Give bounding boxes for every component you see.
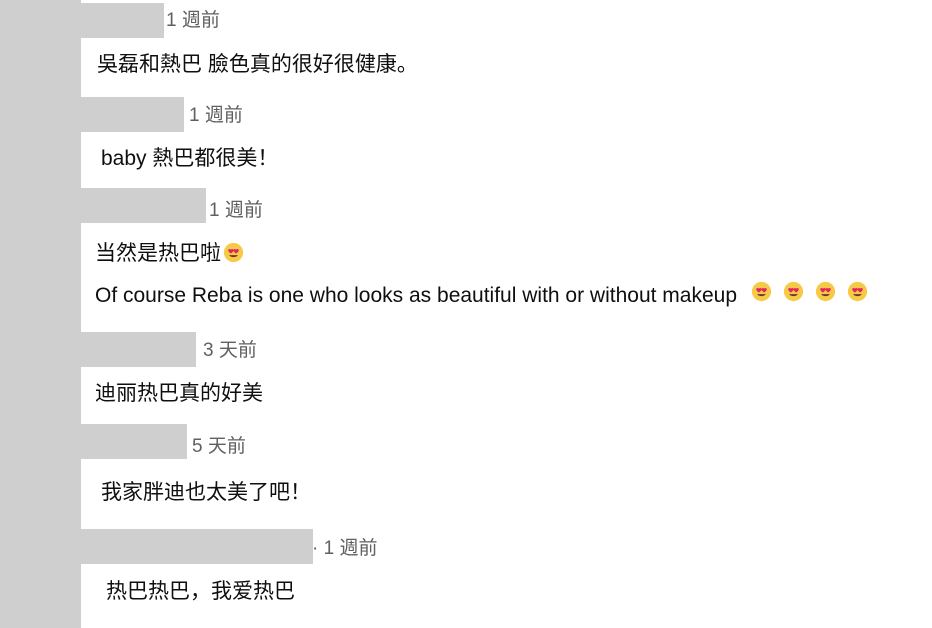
comment-text: 吳磊和熱巴 臉色真的很好很健康。 xyxy=(97,53,418,76)
comment-text: 迪丽热巴真的好美 xyxy=(95,382,263,405)
comment-timestamp[interactable]: 5 天前 xyxy=(192,435,246,459)
heart-eyes-emoji-icon xyxy=(223,242,244,263)
comment-text: Of course Reba is one who looks as beaut… xyxy=(95,284,738,307)
heart-eyes-emoji-icon xyxy=(815,281,835,302)
comment-timestamp[interactable]: · 1 週前 xyxy=(312,537,377,561)
comment-text: baby 熱巴都很美！ xyxy=(101,147,279,170)
comment-timestamp[interactable]: 1 週前 xyxy=(166,9,220,33)
comment-timestamp[interactable]: 3 天前 xyxy=(203,339,257,363)
redacted-author-name xyxy=(81,97,184,132)
redacted-author-name xyxy=(81,188,206,223)
heart-eyes-emoji-icon xyxy=(751,281,771,302)
heart-eyes-emoji-icon xyxy=(783,281,803,302)
redacted-author-name xyxy=(81,332,196,367)
comment-timestamp[interactable]: 1 週前 xyxy=(209,199,263,223)
comment-text: 当然是热巴啦 xyxy=(95,242,221,265)
redacted-author-name xyxy=(81,529,313,564)
comment-text: 我家胖迪也太美了吧！ xyxy=(101,481,311,504)
heart-eyes-emoji-icon xyxy=(847,281,867,302)
redacted-author-name xyxy=(81,3,164,38)
redacted-avatar-column xyxy=(0,0,81,628)
comment-timestamp[interactable]: 1 週前 xyxy=(189,104,243,128)
redacted-author-name xyxy=(81,424,187,459)
comment-text-line: 当然是热巴啦 xyxy=(95,240,246,268)
comment-text: 热巴热巴，我爱热巴 xyxy=(106,580,295,603)
comment-text-line: Of course Reba is one who looks as beaut… xyxy=(95,281,870,310)
comments-page: 1 週前 吳磊和熱巴 臉色真的很好很健康。 1 週前 baby 熱巴都很美！ 1… xyxy=(0,0,932,628)
emoji-group xyxy=(749,281,870,302)
